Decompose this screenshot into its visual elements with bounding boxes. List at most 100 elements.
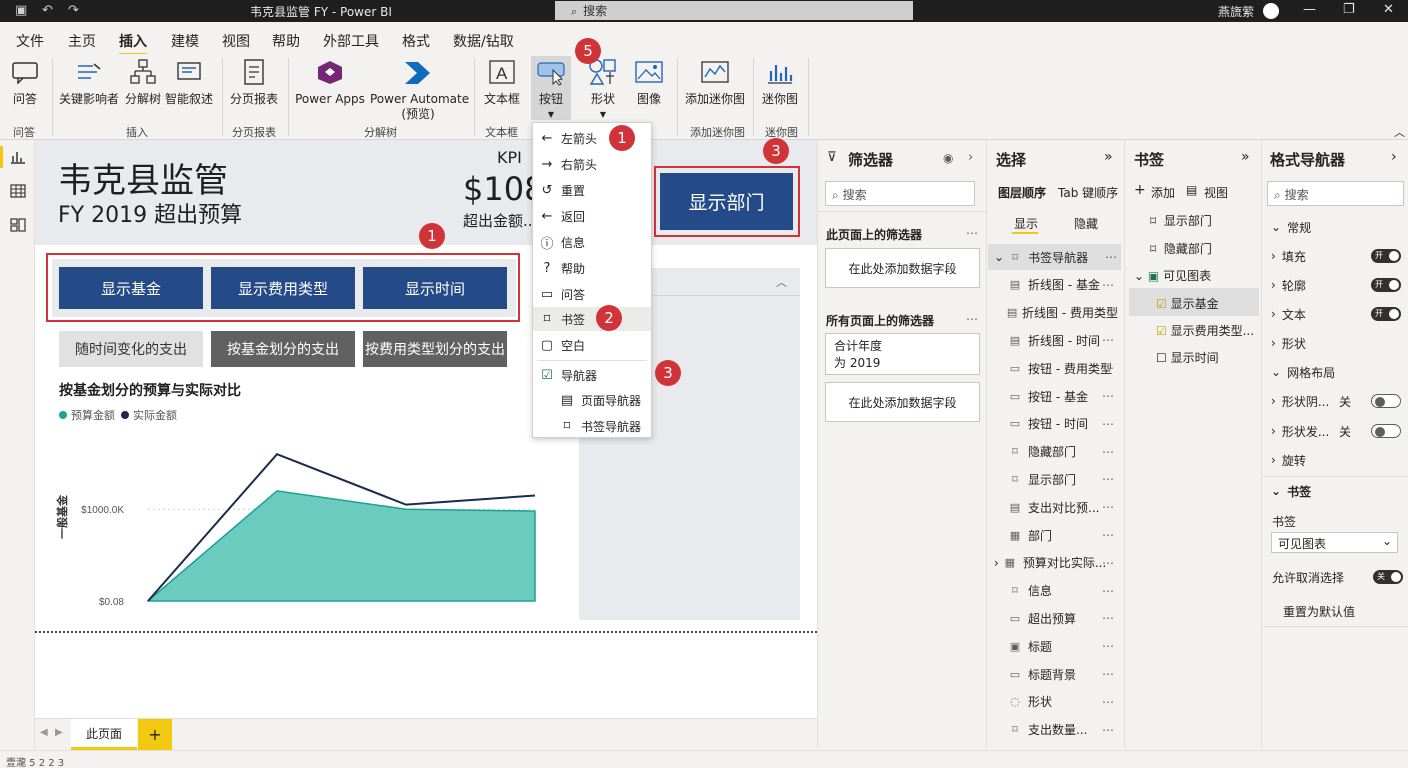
format-fill[interactable]: › 填充开 [1271,243,1401,269]
format-text[interactable]: › 文本开 [1271,301,1401,327]
selection-item[interactable]: ▭ 标题背景 ⋯ [988,661,1118,687]
menu-modeling[interactable]: 建模 [171,31,199,51]
menu-format[interactable]: 格式 [402,31,430,51]
dropdown-item-reset[interactable]: ↺ 重置 [533,178,651,202]
image-button[interactable]: 图像 [631,56,667,107]
dropdown-item-qa[interactable]: ▭ 问答 [533,282,651,306]
menu-insert[interactable]: 插入 [119,31,147,56]
chevron-double-right-icon[interactable]: » [1241,149,1250,165]
filters-search-input[interactable]: ⌕ 搜索 [825,181,975,206]
more-options-icon[interactable]: ⋯ [966,226,978,240]
selection-item[interactable]: ▭ 按钮 - 基金 ⋯ [988,383,1118,409]
add-bookmark-label[interactable]: 添加 [1151,184,1175,201]
selection-item[interactable]: ⌑ 隐藏部门 ⋯ [988,439,1118,465]
show-time-button[interactable]: 显示时间 [363,267,507,309]
power-apps-button[interactable]: Power Apps [295,56,365,107]
more-options-icon[interactable]: ⋯ [966,312,978,326]
add-page-button[interactable]: + [138,719,172,750]
selection-item[interactable]: ⌄ ⌑ 书签导航器 ⋯ [988,244,1121,270]
tab-tab-order[interactable]: Tab 键顺序 [1058,184,1118,201]
bookmark-item-show-expense-type[interactable]: ☑ 显示费用类型... [1156,322,1254,339]
sparkline-button[interactable]: 迷你图 [760,56,800,107]
add-field-all-pages[interactable]: 在此处添加数据字段 [825,382,980,422]
tab-layer-order[interactable]: 图层顺序 [998,184,1046,201]
page-tab-this-page[interactable]: 此页面 [71,719,137,750]
decomposition-tree-button[interactable]: 分解树 [124,56,162,107]
model-view-icon[interactable] [10,218,26,232]
bookmark-item-show-time[interactable]: ☐ 显示时间 [1156,349,1219,366]
shadow-toggle[interactable] [1371,394,1401,408]
selection-item[interactable]: › ▦ 预算对比实际... ⋯ [988,550,1118,576]
show-all-label[interactable]: 显示 [1014,215,1038,232]
selection-item[interactable]: ▤ 支出对比预... ⋯ [988,494,1118,520]
show-expense-type-button[interactable]: 显示费用类型 [211,267,355,309]
selection-item[interactable]: ▣ 标题 ⋯ [988,633,1118,659]
outline-toggle[interactable]: 开 [1371,278,1401,292]
chevron-up-icon[interactable]: ︿ [776,274,787,290]
undo-icon[interactable]: ↶ [42,3,53,18]
selection-item[interactable]: ⌑ 显示部门 ⋯ [988,466,1118,492]
selection-item[interactable]: ▭ 按钮 - 费用类型 ⋯ [988,355,1118,381]
text-toggle[interactable]: 开 [1371,307,1401,321]
format-shape-glow[interactable]: › 形状发... 关 [1271,418,1401,444]
minimize-icon[interactable]: — [1303,2,1316,17]
chevron-right-icon[interactable]: › [1391,149,1397,165]
menu-external-tools[interactable]: 外部工具 [323,31,379,51]
tab-next-icon[interactable]: ▶ [55,727,63,738]
dropdown-item-bookmark[interactable]: ⌑ 书签 [533,307,651,331]
dropdown-item-right-arrow[interactable]: → 右箭头 [533,152,651,176]
textbox-button[interactable]: A 文本框 [482,56,522,107]
add-icon[interactable]: + [1134,182,1146,198]
spend-over-time-button[interactable]: 随时间变化的支出 [59,331,203,367]
hide-all-label[interactable]: 隐藏 [1074,215,1098,232]
view-icon[interactable]: ▤ [1186,183,1197,197]
smart-narrative-button[interactable]: 智能叙述 [164,56,214,107]
glow-toggle[interactable] [1371,424,1401,438]
selection-item[interactable]: ▦ 部门 ⋯ [988,522,1118,548]
menu-help[interactable]: 帮助 [272,31,300,51]
dropdown-item-help[interactable]: ? 帮助 [533,256,651,280]
shapes-button[interactable]: 形状 ▼ [583,56,623,122]
chevron-double-right-icon[interactable]: » [1104,149,1113,165]
bookmark-select[interactable]: 可见图表 ⌄ [1271,532,1398,553]
selection-item[interactable]: ▭ 按钮 - 时间 ⋯ [988,411,1118,437]
tab-prev-icon[interactable]: ◀ [40,727,48,738]
menu-view[interactable]: 视图 [222,31,250,51]
qa-button[interactable]: 问答 [6,56,44,107]
dropdown-item-bookmark-navigator[interactable]: ⌑ 书签导航器 [533,414,651,438]
format-shape[interactable]: › 形状 [1271,330,1401,356]
selection-item[interactable]: ⌑ 信息 ⋯ [988,578,1118,604]
dropdown-item-back[interactable]: ← 返回 [533,204,651,228]
collapse-ribbon-icon[interactable]: ︿ [1394,124,1405,140]
selection-item[interactable]: ▭ 超出预算 ⋯ [988,605,1118,631]
format-general[interactable]: ⌄ 常规 [1271,214,1401,240]
report-view-icon[interactable] [10,150,26,164]
year-filter-card[interactable]: 合计年度 为 2019 [825,333,980,375]
allow-deselect-toggle[interactable]: 关 [1373,570,1403,584]
fill-toggle[interactable]: 开 [1371,249,1401,263]
bookmark-item-hide-dept[interactable]: ⌑ 隐藏部门 [1150,240,1212,257]
bookmark-item-show-dept[interactable]: ⌑ 显示部门 [1150,212,1212,229]
paginated-report-button[interactable]: 分页报表 [228,56,280,107]
bookmark-group-visible-charts[interactable]: ⌄ ▣ 可见图表 [1134,267,1211,284]
menu-data-drill[interactable]: 数据/钻取 [453,31,514,51]
menu-file[interactable]: 文件 [16,31,44,51]
spend-by-fund-button[interactable]: 按基金划分的支出 [211,331,355,367]
reset-default-button[interactable]: 重置为默认值 [1283,603,1355,620]
format-outline[interactable]: › 轮廓开 [1271,272,1401,298]
show-fund-button[interactable]: 显示基金 [59,267,203,309]
eye-icon[interactable]: ◉ [943,151,953,165]
buttons-button[interactable]: 按钮 ▼ [531,56,571,120]
format-shape-shadow[interactable]: › 形状阴... 关 [1271,388,1401,414]
key-influencers-button[interactable]: 关键影响者 [58,56,120,107]
format-search-input[interactable]: ⌕ 搜索 [1267,181,1404,206]
add-field-this-page[interactable]: 在此处添加数据字段 [825,248,980,288]
title-search-box[interactable]: ⌕ 搜索 [555,1,913,20]
view-bookmark-label[interactable]: 视图 [1204,184,1228,201]
restore-icon[interactable]: ❐ [1343,2,1355,17]
dropdown-item-blank[interactable]: ▢ 空白 [533,333,651,357]
format-rotation[interactable]: › 旋转 [1271,447,1401,473]
user-avatar[interactable] [1263,3,1279,19]
spend-by-expense-type-button[interactable]: 按费用类型划分的支出 [363,331,507,367]
data-view-icon[interactable] [10,184,26,198]
